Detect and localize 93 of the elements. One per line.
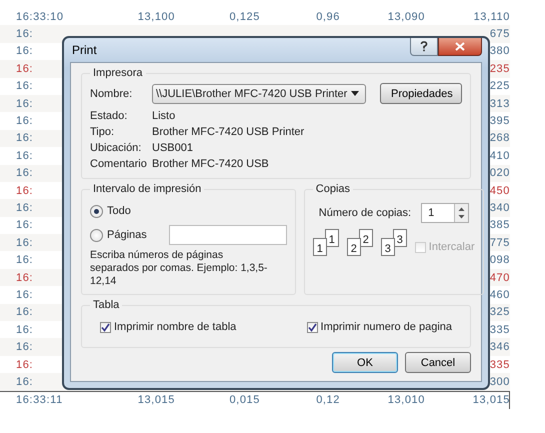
table-cell: 16:: [16, 254, 34, 266]
table-cell: 16:: [16, 358, 34, 370]
help-icon: [420, 41, 428, 52]
table-cell: 16:: [16, 236, 34, 249]
table-cell: 16:: [16, 272, 34, 284]
table-cell: 313: [490, 98, 510, 110]
close-icon: [455, 42, 465, 51]
table-cell: 395: [490, 115, 510, 128]
table-cell: 16:: [16, 324, 34, 336]
table-cell: 16:: [16, 80, 34, 92]
radio-label[interactable]: Todo: [107, 205, 131, 217]
info-value: Brother MFC-7420 USB: [152, 158, 269, 170]
checkbox[interactable]: [100, 322, 111, 332]
info-label: Tipo:: [90, 126, 116, 138]
dialog-button[interactable]: Cancel: [405, 352, 471, 373]
table-cell: 16:: [16, 341, 34, 354]
radio-button[interactable]: [90, 228, 103, 242]
window-title: Print: [71, 43, 97, 57]
help-button[interactable]: [410, 38, 438, 56]
table-cell: 098: [490, 254, 510, 266]
group-title: Impresora: [92, 67, 144, 79]
field-label: Nombre:: [90, 88, 134, 100]
checkbox[interactable]: [306, 322, 318, 332]
table-cell: 410: [490, 150, 510, 162]
group-title: Copias: [314, 183, 352, 195]
hint-text: Escriba números de páginas separados por comas. Ejemplo: 1,3,5-12,14: [90, 249, 268, 288]
table-cell: 13,100: [138, 10, 175, 23]
radio-label[interactable]: Páginas: [107, 229, 147, 241]
table-cell: 16:: [16, 62, 34, 75]
dialog-button[interactable]: OK: [332, 352, 398, 373]
table-cell: 16:: [16, 115, 34, 128]
table-cell: 13,015: [472, 394, 510, 406]
table-cell: 13,010: [388, 394, 425, 406]
table-cell: 225: [490, 80, 510, 92]
table-cell: 0,96: [316, 10, 340, 23]
table-cell: 16:: [16, 167, 34, 180]
table-cell: 450: [490, 184, 510, 197]
spinner-arrows-icon: [454, 204, 468, 222]
table-cell: 16:33:11: [16, 394, 63, 406]
table-cell: 16:: [16, 132, 34, 144]
table-cell: 16:33:10: [16, 10, 64, 23]
table-cell: 235: [490, 62, 510, 75]
dropdown-arrow-icon: [351, 91, 359, 96]
checkbox-label[interactable]: Imprimir nombre de tabla: [114, 321, 236, 333]
page-sheet: 1: [312, 238, 327, 256]
table-cell: 16:: [16, 219, 34, 232]
table-cell: 470: [490, 272, 510, 284]
table-cell: 16:: [16, 150, 34, 162]
table-cell: 16:: [16, 28, 34, 40]
table-cell: 16:: [16, 288, 34, 301]
table-cell: 16:: [16, 376, 34, 388]
table-cell: 0,12: [316, 394, 340, 406]
group-title: Intervalo de impresión: [92, 183, 202, 195]
table-cell: 16:: [16, 306, 34, 318]
table-cell: 13,110: [474, 10, 510, 23]
printer-dropdown[interactable]: \\JULIE\Brother MFC-7420 USB Printer: [152, 84, 366, 104]
table-cell: 460: [490, 288, 510, 301]
field-label: Número de copias:: [318, 207, 412, 219]
page-sheet: 2: [346, 238, 361, 256]
table-cell: 300: [490, 376, 510, 388]
radio-button[interactable]: [90, 204, 103, 218]
table-cell: 346: [490, 341, 510, 354]
properties-button[interactable]: Propiedades: [380, 83, 462, 104]
table-cell: 16:: [16, 45, 34, 58]
info-value: Brother MFC-7420 USB Printer: [152, 126, 304, 138]
table-cell: 268: [490, 132, 510, 144]
table-cell: 335: [490, 358, 510, 370]
pages-field[interactable]: [168, 225, 287, 245]
table-cell: 385: [490, 219, 510, 232]
table-cell: 775: [490, 236, 510, 249]
info-value: Listo: [152, 110, 176, 122]
info-label: Comentario: [90, 158, 148, 170]
table-cell: 16:: [16, 202, 34, 214]
info-value: USB001: [152, 142, 193, 154]
group-title: Tabla: [92, 299, 120, 311]
table-cell: 0,015: [229, 394, 260, 406]
table-cell: 13,090: [388, 10, 425, 23]
checkbox-label[interactable]: Imprimir numero de pagina: [320, 321, 452, 333]
table-cell: 16:: [16, 184, 34, 197]
table-cell: 335: [490, 324, 510, 336]
page-sheet: 3: [380, 238, 395, 256]
info-label: Ubicación:: [90, 142, 142, 154]
table-cell: 340: [490, 202, 510, 214]
table-cell: 675: [490, 28, 510, 40]
table-cell: 0,125: [229, 10, 260, 23]
copies-spinner[interactable]: 1: [421, 203, 470, 223]
table-cell: 16:: [16, 98, 34, 110]
info-label: Estado:: [90, 110, 128, 122]
close-button[interactable]: [438, 38, 482, 56]
table-cell: 380: [490, 45, 510, 58]
table-cell: 020: [490, 167, 510, 180]
table-cell: 325: [490, 306, 510, 318]
table-cell: 13,015: [138, 394, 175, 406]
